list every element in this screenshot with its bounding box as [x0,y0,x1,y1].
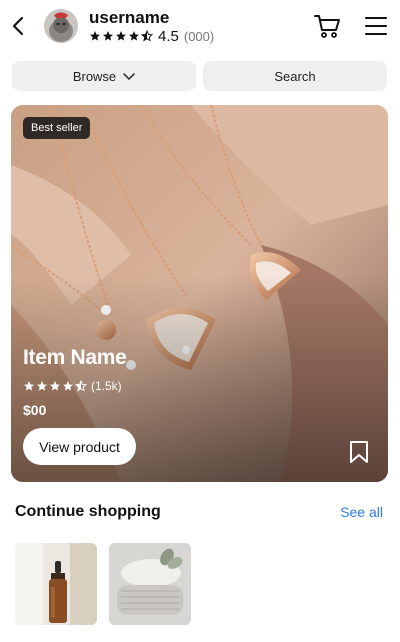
recent-item-thumbnail[interactable] [109,543,191,625]
see-all-link[interactable]: See all [340,504,383,520]
avatar[interactable] [44,9,78,43]
view-product-button[interactable]: View product [23,428,136,465]
star-icon [63,381,73,391]
star-icon [103,31,113,41]
star-icon [116,31,126,41]
half-star-icon [75,380,87,392]
browse-label: Browse [72,68,117,84]
knit-textile-image [109,543,191,625]
product-photo [11,105,388,482]
browse-button[interactable]: Browse [12,61,196,91]
chevron-down-icon [123,69,135,84]
item-rating-count: (1.5k) [91,379,122,393]
rating-count[interactable]: (000) [184,29,214,44]
star-rating [23,380,87,392]
seller-rating: 4.5 (000) [89,27,214,45]
continue-shopping-title: Continue shopping [15,503,161,520]
item-price: $00 [23,402,47,418]
item-name[interactable]: Item Name [23,346,127,370]
hamburger-menu-icon[interactable] [364,15,388,37]
search-label: Search [274,68,316,84]
back-arrow-icon[interactable] [8,14,28,38]
dropper-bottle-image [15,543,97,625]
star-icon [50,381,60,391]
bookmark-icon[interactable] [349,440,369,464]
star-icon [129,31,139,41]
star-icon [24,381,34,391]
featured-product-card[interactable]: Best seller Item Name (1.5k) $00 View pr… [11,105,388,482]
half-star-icon [141,30,153,42]
recent-item-thumbnail[interactable] [15,543,97,625]
cart-icon[interactable] [313,13,341,39]
item-rating: (1.5k) [23,378,122,394]
username[interactable]: username [89,8,169,28]
star-icon [90,31,100,41]
app-header: username 4.5 (000) [0,0,400,54]
star-icon [37,381,47,391]
best-seller-badge: Best seller [23,117,91,139]
rating-value: 4.5 [158,27,179,45]
search-button[interactable]: Search [203,61,387,91]
star-rating [89,30,153,42]
